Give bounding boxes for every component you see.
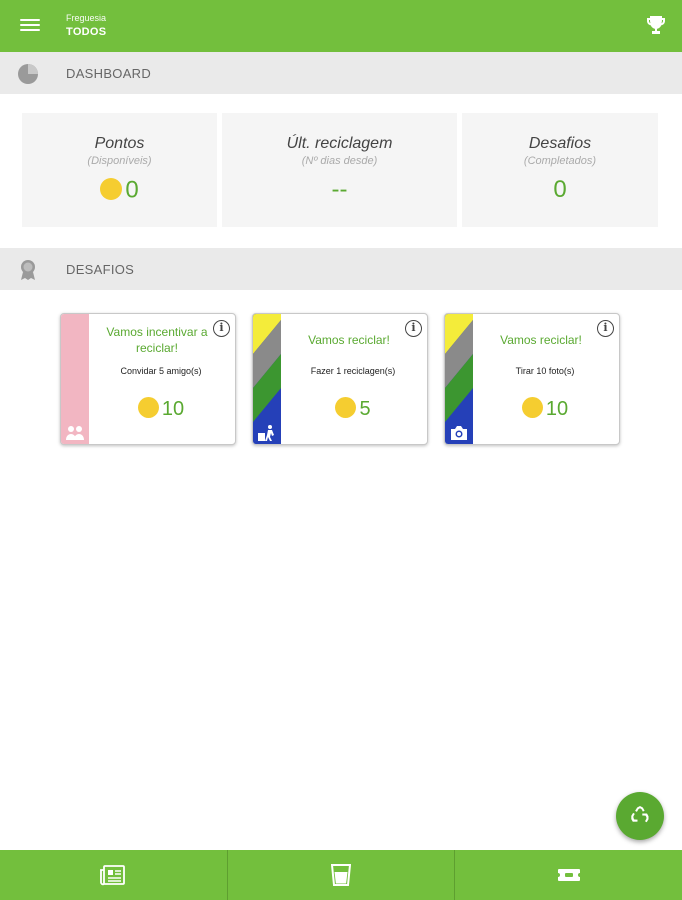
last-recycling-stat-subtitle: (Nº dias desde) [301, 155, 378, 167]
last-recycling-stat-title: Últ. reciclagem [286, 135, 393, 152]
camera-icon [451, 426, 467, 440]
challenge-card-title: Vamos reciclar! [308, 333, 390, 347]
trophy-icon[interactable] [644, 13, 668, 37]
location-value: TODOS [66, 26, 107, 38]
challenges-stat-value: 0 [553, 176, 567, 203]
challenge-card[interactable]: i Vamos reciclar! Tirar 10 foto(s) 10 [444, 313, 620, 445]
challenge-card-description: Fazer 1 reciclagen(s) [310, 366, 396, 376]
medal-icon [21, 260, 35, 280]
news-icon [100, 865, 126, 886]
challenge-card[interactable]: i Vamos incentivar a reciclar! Convidar … [60, 313, 236, 445]
challenges-section-header: DESAFIOS [0, 248, 682, 290]
recycle-person-icon [258, 425, 274, 441]
challenge-card-points-value: 10 [161, 398, 185, 420]
challenge-card[interactable]: i Vamos reciclar! Fazer 1 reciclagen(s) … [252, 313, 428, 445]
points-stat-number: 0 [125, 176, 139, 204]
bin-icon [331, 864, 351, 886]
recycle-fab-button[interactable] [616, 792, 664, 840]
location-selector[interactable]: Freguesia TODOS [66, 12, 106, 40]
last-recycling-stat-value: -- [331, 176, 348, 203]
pie-chart-icon [18, 64, 38, 84]
ticket-icon [557, 869, 580, 881]
coin-icon [335, 397, 357, 419]
points-stat-subtitle: (Disponíveis) [87, 155, 152, 167]
challenge-card-points-value: 10 [545, 398, 569, 420]
friends-icon [66, 426, 84, 440]
challenges-title: DESAFIOS [66, 262, 135, 277]
points-stat-value: 0 [22, 173, 217, 207]
nav-news[interactable] [0, 850, 227, 900]
points-stat: Pontos (Disponíveis) 0 [22, 113, 217, 227]
challenge-card-points-value: 5 [359, 398, 371, 420]
coin-icon [137, 397, 159, 419]
challenge-card-strip [253, 314, 281, 444]
coin-icon [521, 397, 543, 419]
recycle-icon [631, 806, 649, 823]
last-recycling-stat: Últ. reciclagem (Nº dias desde) -- [222, 113, 457, 227]
challenge-card-strip [445, 314, 473, 444]
menu-icon[interactable] [18, 16, 42, 36]
challenges-stat-title: Desafios [528, 135, 592, 152]
challenge-card-title: Vamos incentivar a reciclar! [106, 325, 208, 355]
nav-tickets[interactable] [454, 850, 682, 900]
top-app-bar: Freguesia TODOS [0, 0, 682, 52]
challenge-card-points: 5 [283, 394, 423, 424]
challenges-stat: Desafios (Completados) 0 [462, 113, 658, 227]
challenge-card-points: 10 [91, 394, 231, 424]
challenges-stat-subtitle: (Completados) [523, 155, 597, 167]
bottom-navigation [0, 850, 682, 900]
challenge-card-description: Tirar 10 foto(s) [515, 366, 575, 376]
coin-icon [100, 177, 123, 200]
challenge-card-description: Convidar 5 amigo(s) [120, 366, 202, 376]
nav-bin[interactable] [226, 850, 455, 900]
points-stat-title: Pontos [94, 135, 145, 152]
app-screen: Freguesia TODOS DASHBOARD Pontos (Dispon… [0, 0, 682, 900]
challenge-card-strip [61, 314, 89, 444]
location-label: Freguesia [66, 13, 107, 23]
dashboard-section-header: DASHBOARD [0, 52, 682, 94]
challenge-card-title: Vamos reciclar! [500, 333, 582, 347]
dashboard-title: DASHBOARD [66, 66, 152, 81]
challenge-card-points: 10 [475, 394, 615, 424]
